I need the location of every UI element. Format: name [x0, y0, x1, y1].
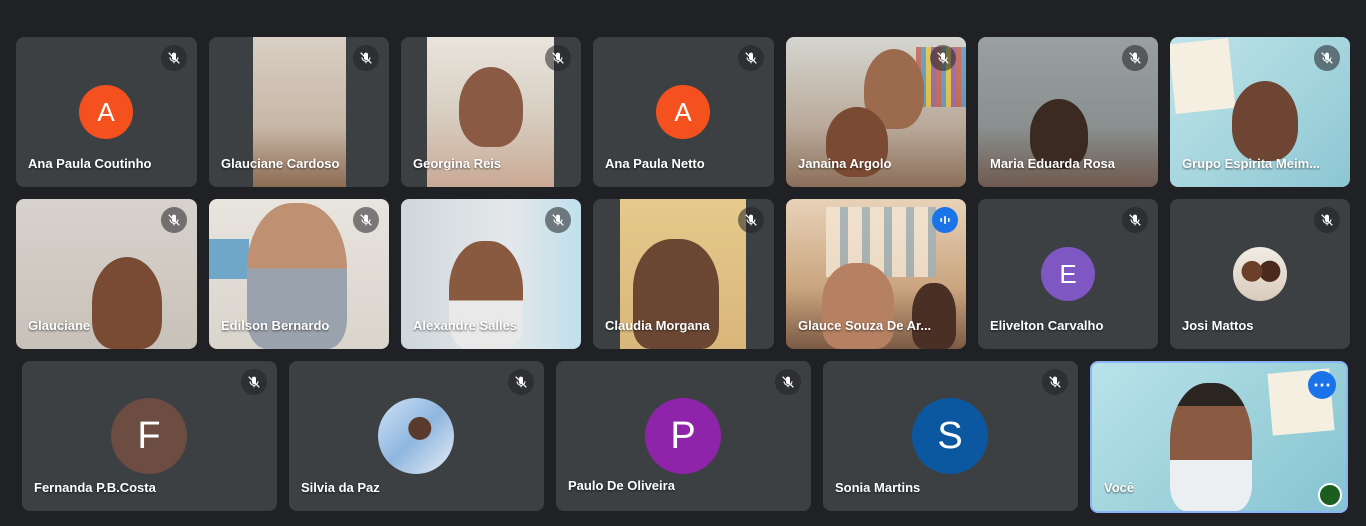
participant-name: Sonia Martins	[835, 480, 921, 495]
participant-name: Paulo De Oliveira	[568, 478, 675, 493]
mic-off-icon	[1042, 369, 1068, 395]
participant-name: Ana Paula Coutinho	[28, 156, 152, 171]
participant-tile-fernanda-costa[interactable]: F Fernanda P.B.Costa	[22, 361, 277, 511]
participant-tile-silvia-da-paz[interactable]: Silvia da Paz	[289, 361, 544, 511]
participant-tile-maria-eduarda-rosa[interactable]: Maria Eduarda Rosa	[978, 37, 1158, 187]
avatar: E	[1041, 247, 1095, 301]
logo-badge	[1318, 483, 1342, 507]
person-silhouette	[92, 257, 162, 349]
person-silhouette	[459, 67, 523, 147]
mic-off-icon	[775, 369, 801, 395]
participant-name: Você	[1104, 480, 1135, 495]
participant-tile-josi-mattos[interactable]: Josi Mattos	[1170, 199, 1350, 349]
window-view	[209, 239, 249, 279]
profile-photo	[1233, 247, 1287, 301]
participant-name: Maria Eduarda Rosa	[990, 156, 1115, 171]
participant-tile-ana-paula-netto[interactable]: A Ana Paula Netto	[593, 37, 774, 187]
participant-tile-glauciane-cardoso[interactable]: Glauciane Cardoso	[209, 37, 389, 187]
participant-name: Glauciane	[28, 318, 91, 333]
participant-tile-edilson-bernardo[interactable]: Edilson Bernardo	[209, 199, 389, 349]
mic-off-icon	[508, 369, 534, 395]
participant-name: Claudia Morgana	[605, 318, 710, 333]
mic-off-icon	[1122, 207, 1148, 233]
mic-off-icon	[545, 207, 571, 233]
participant-name: Josi Mattos	[1182, 318, 1254, 333]
mic-off-icon	[161, 45, 187, 71]
participant-name: Elivelton Carvalho	[990, 318, 1104, 333]
participant-name: Silvia da Paz	[301, 480, 380, 495]
participant-name: Georgina Reis	[413, 156, 502, 171]
participant-name: Ana Paula Netto	[605, 156, 705, 171]
avatar: A	[656, 85, 710, 139]
mic-off-icon	[1122, 45, 1148, 71]
participant-tile-grupo-espirita[interactable]: Grupo Espirita Meim...	[1170, 37, 1350, 187]
participant-tile-janaina-argolo[interactable]: Janaina Argolo	[786, 37, 966, 187]
participant-tile-self[interactable]: ⋯ Você	[1090, 361, 1348, 513]
mic-off-icon	[353, 45, 379, 71]
profile-photo	[378, 398, 454, 474]
participant-tile-paulo-de-oliveira[interactable]: P Paulo De Oliveira	[556, 361, 811, 511]
mic-off-icon	[241, 369, 267, 395]
participant-tile-elivelton-carvalho[interactable]: E Elivelton Carvalho	[978, 199, 1158, 349]
person-silhouette	[912, 283, 956, 349]
participant-name: Alexandre Salles	[413, 318, 518, 333]
participant-tile-claudia-morgana[interactable]: Claudia Morgana	[593, 199, 774, 349]
person-silhouette	[1232, 81, 1298, 161]
participant-name: Edilson Bernardo	[221, 318, 330, 333]
participant-tile-ana-paula-coutinho[interactable]: A Ana Paula Coutinho	[16, 37, 197, 187]
more-options-icon[interactable]: ⋯	[1308, 371, 1336, 399]
avatar: P	[645, 398, 721, 474]
participant-tile-georgina-reis[interactable]: Georgina Reis	[401, 37, 581, 187]
mic-off-icon	[1314, 207, 1340, 233]
mic-off-icon	[545, 45, 571, 71]
participant-tile-glauciane[interactable]: Glauciane	[16, 199, 197, 349]
audio-wave-icon	[932, 207, 958, 233]
mic-off-icon	[738, 45, 764, 71]
participant-name: Grupo Espirita Meim...	[1182, 156, 1320, 171]
event-poster	[1170, 38, 1236, 114]
mic-off-icon	[738, 207, 764, 233]
person-silhouette	[822, 263, 894, 349]
participant-name: Janaina Argolo	[798, 156, 892, 171]
mic-off-icon	[930, 45, 956, 71]
participant-tile-sonia-martins[interactable]: S Sonia Martins	[823, 361, 1078, 511]
participant-name: Glauciane Cardoso	[221, 156, 340, 171]
participant-name: Fernanda P.B.Costa	[34, 480, 156, 495]
avatar: S	[912, 398, 988, 474]
avatar: F	[111, 398, 187, 474]
participant-tile-glauce-souza[interactable]: Glauce Souza De Ar...	[786, 199, 966, 349]
avatar: A	[79, 85, 133, 139]
participant-tile-alexandre-salles[interactable]: Alexandre Salles	[401, 199, 581, 349]
mic-off-icon	[353, 207, 379, 233]
person-silhouette	[1170, 383, 1252, 511]
participant-name: Glauce Souza De Ar...	[798, 318, 932, 333]
mic-off-icon	[1314, 45, 1340, 71]
mic-off-icon	[161, 207, 187, 233]
